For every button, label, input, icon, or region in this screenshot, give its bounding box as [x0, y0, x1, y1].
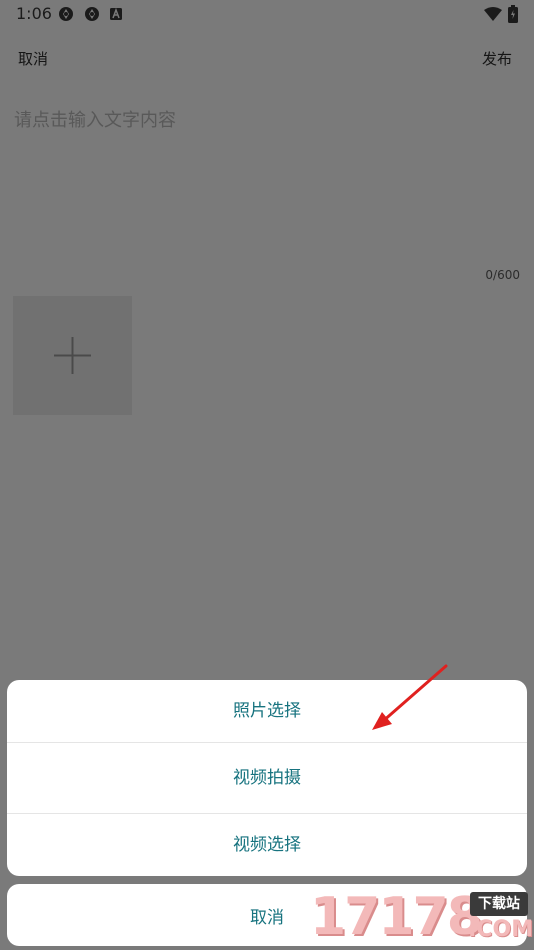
aperture-icon [85, 7, 99, 21]
char-count: 0/600 [485, 268, 520, 282]
watermark-suffix: .COM [468, 917, 534, 942]
aperture-icon [59, 7, 73, 21]
watermark-logo: 17178 下载站 .COM [300, 884, 534, 950]
cancel-button[interactable]: 取消 [18, 48, 48, 69]
plus-icon [54, 337, 91, 374]
add-media-button[interactable] [13, 296, 132, 415]
battery-icon [508, 5, 518, 23]
publish-button[interactable]: 发布 [482, 48, 512, 69]
option-video-capture[interactable]: 视频拍摄 [7, 743, 527, 813]
watermark-number: 17178 [310, 887, 483, 947]
red-arrow-annotation [372, 664, 448, 730]
content-text-input[interactable]: 请点击输入文字内容 [14, 106, 176, 132]
status-time: 1:06 [16, 4, 52, 23]
status-bar: 1:06 [0, 0, 534, 28]
a-box-icon [110, 8, 122, 20]
watermark-badge: 下载站 [470, 892, 528, 916]
option-video-select[interactable]: 视频选择 [7, 814, 527, 876]
wifi-icon [484, 7, 502, 21]
